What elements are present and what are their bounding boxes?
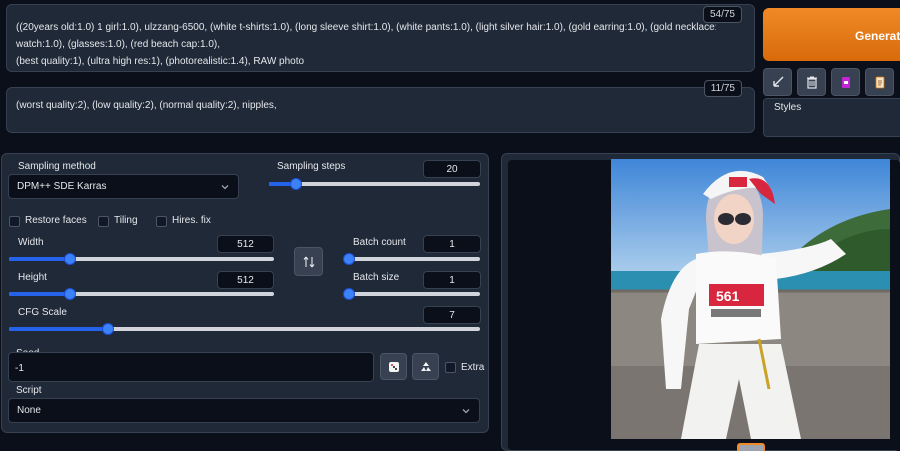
batch-size-slider[interactable] bbox=[343, 288, 480, 300]
negative-prompt-text: (worst quality:2), (low quality:2), (nor… bbox=[16, 100, 277, 111]
slider-fill bbox=[9, 292, 70, 296]
batch-size-input[interactable]: 1 bbox=[423, 271, 481, 289]
random-seed-button[interactable] bbox=[380, 353, 407, 380]
generate-button[interactable]: Generate bbox=[763, 8, 900, 61]
cfg-scale-label: CFG Scale bbox=[18, 307, 67, 318]
positive-prompt-line-1: ((20years old:1.0) 1 girl:1.0), ulzzang-… bbox=[16, 22, 716, 33]
clipboard-icon bbox=[875, 76, 884, 89]
sampling-method-dropdown[interactable]: DPM++ SDE Karras bbox=[8, 174, 239, 199]
reuse-seed-button[interactable] bbox=[412, 353, 439, 380]
cfg-scale-slider[interactable] bbox=[9, 323, 480, 335]
extra-seed-label: Extra bbox=[461, 362, 485, 373]
style-save-button[interactable] bbox=[865, 68, 894, 96]
height-label: Height bbox=[18, 272, 47, 283]
action-column: Generate Styles bbox=[757, 0, 900, 140]
gallery-thumbnail[interactable] bbox=[737, 443, 765, 451]
script-value: None bbox=[17, 405, 41, 416]
cfg-scale-input[interactable]: 7 bbox=[423, 306, 481, 324]
slider-thumb[interactable] bbox=[63, 288, 76, 300]
negative-prompt-textarea[interactable]: 11/75 (worst quality:2), (low quality:2)… bbox=[6, 80, 755, 133]
extra-seed-checkbox[interactable] bbox=[445, 362, 456, 373]
arrow-button[interactable] bbox=[763, 68, 792, 96]
slider-thumb[interactable] bbox=[343, 253, 355, 265]
positive-prompt-line-2: watch:1.0), (glasses:1.0), (red beach ca… bbox=[16, 39, 220, 50]
positive-prompt-line-3: (best quality:1), (ultra high res:1), (p… bbox=[16, 56, 305, 67]
styles-label: Styles bbox=[774, 102, 802, 113]
trash-icon bbox=[806, 76, 817, 89]
batch-count-slider[interactable] bbox=[343, 253, 480, 265]
generated-photo-illustration: 561 bbox=[611, 159, 890, 439]
batch-count-label: Batch count bbox=[353, 237, 406, 248]
svg-text:561: 561 bbox=[716, 288, 740, 304]
sampling-method-value: DPM++ SDE Karras bbox=[17, 181, 107, 192]
sampling-method-label: Sampling method bbox=[18, 161, 96, 172]
seed-input[interactable]: -1 bbox=[8, 352, 374, 382]
tiling-label: Tiling bbox=[114, 215, 138, 226]
hires-fix-checkbox[interactable] bbox=[156, 216, 167, 227]
style-apply-button[interactable] bbox=[831, 68, 860, 96]
width-label: Width bbox=[18, 237, 44, 248]
script-label: Script bbox=[16, 385, 42, 396]
width-input[interactable]: 512 bbox=[217, 235, 274, 253]
slider-fill bbox=[9, 257, 70, 261]
batch-size-label: Batch size bbox=[353, 272, 400, 283]
positive-prompt-textarea[interactable]: 54/75 ((20years old:1.0) 1 girl:1.0), ul… bbox=[6, 4, 755, 72]
hires-fix-label: Hires. fix bbox=[172, 215, 211, 226]
slider-thumb[interactable] bbox=[343, 288, 355, 300]
arrow-icon bbox=[772, 76, 783, 87]
generated-image[interactable]: 561 bbox=[611, 159, 890, 439]
width-slider[interactable] bbox=[9, 253, 274, 265]
positive-prompt-text: ((20years old:1.0) 1 girl:1.0), ulzzang-… bbox=[16, 19, 716, 70]
recycle-icon bbox=[420, 361, 431, 371]
swap-arrows-icon bbox=[303, 256, 314, 267]
batch-count-input[interactable]: 1 bbox=[423, 235, 481, 253]
slider-thumb[interactable] bbox=[63, 253, 76, 265]
restore-faces-checkbox[interactable] bbox=[9, 216, 20, 227]
sampling-steps-label: Sampling steps bbox=[277, 161, 346, 172]
height-slider[interactable] bbox=[9, 288, 274, 300]
negative-token-count: 11/75 bbox=[703, 80, 742, 97]
script-dropdown[interactable]: None bbox=[8, 398, 480, 423]
clipboard-purple-icon bbox=[841, 77, 850, 88]
height-input[interactable]: 512 bbox=[217, 271, 274, 289]
seed-value: -1 bbox=[15, 363, 24, 374]
styles-dropdown[interactable]: Styles bbox=[763, 98, 900, 137]
sampling-steps-input[interactable]: 20 bbox=[423, 160, 481, 178]
swap-dimensions-button[interactable] bbox=[294, 247, 323, 276]
slider-thumb[interactable] bbox=[101, 323, 114, 335]
chevron-down-icon bbox=[221, 184, 229, 189]
slider-fill bbox=[9, 327, 108, 331]
dice-icon bbox=[388, 361, 399, 372]
restore-faces-label: Restore faces bbox=[25, 215, 87, 226]
tiling-checkbox[interactable] bbox=[98, 216, 109, 227]
trash-button[interactable] bbox=[797, 68, 826, 96]
prompt-panel: 54/75 ((20years old:1.0) 1 girl:1.0), ul… bbox=[0, 0, 757, 140]
sampling-steps-slider[interactable] bbox=[269, 178, 480, 190]
chevron-down-icon bbox=[462, 408, 470, 413]
